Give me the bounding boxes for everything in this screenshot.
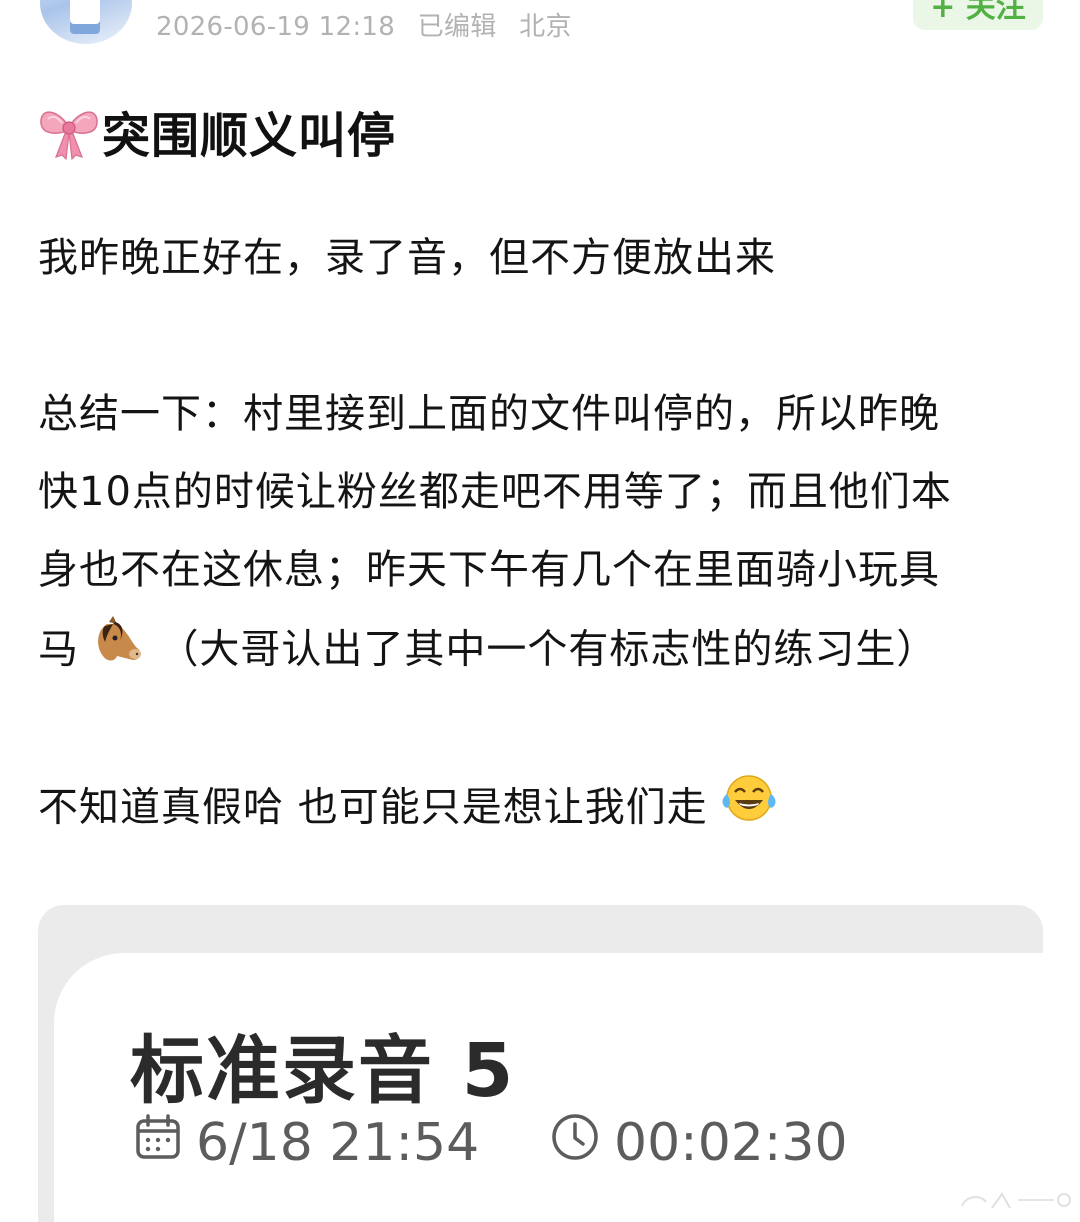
post-meta: 2026-06-19 12:18 已编辑 北京	[156, 6, 586, 43]
post-body-text: （大哥认出了其中一个有标志性的练习生）	[158, 626, 938, 673]
recording-duration: 00:02:30	[550, 1113, 848, 1173]
tears-of-joy-emoji	[721, 772, 777, 839]
post-body-line-with-emoji: 马 （大哥认出了其中一个有标志性的练习生）	[38, 616, 938, 676]
post-body-line: 总结一下：村里接到上面的文件叫停的，所以昨晚	[38, 391, 940, 437]
horse-face-emoji	[93, 616, 145, 679]
recording-date: 6/18 21:54	[134, 1113, 480, 1174]
post-body-line-with-emoji: 不知道真假哈 也可能只是想让我们走	[38, 775, 777, 832]
post-location: 北京	[519, 12, 572, 42]
recording-name: 标准录音 5	[130, 1028, 516, 1114]
recording-date-text: 6/18 21:54	[196, 1113, 480, 1173]
ribbon-bow-icon	[38, 101, 100, 161]
recording-duration-text: 00:02:30	[614, 1113, 848, 1173]
recording-screenshot-card[interactable]: 标准录音 5 6/18 21:54 00:02:30	[38, 905, 1043, 1222]
clock-icon	[550, 1112, 600, 1175]
post-title: 突围顺义叫停	[102, 108, 397, 164]
post-timestamp: 2026-06-19 12:18	[156, 12, 396, 42]
post-body-line: 我昨晚正好在，录了音，但不方便放出来	[38, 235, 776, 281]
post-body-line: 快10点的时候让粉丝都走吧不用等了；而且他们本	[38, 469, 952, 515]
user-avatar[interactable]	[40, 0, 132, 44]
post-title-row: 突围顺义叫停	[38, 98, 396, 164]
follow-button[interactable]: + 关注	[913, 0, 1043, 30]
weibo-watermark-icon	[958, 1186, 1078, 1214]
edited-label[interactable]: 已编辑	[418, 12, 497, 42]
post-body-line: 身也不在这休息；昨天下午有几个在里面骑小玩具	[38, 547, 940, 593]
post-body-text: 马	[38, 626, 79, 673]
weibo-post-page: 2026-06-19 12:18 已编辑 北京 + 关注 突围顺义叫停 我昨晚正…	[0, 0, 1080, 1222]
avatar-figure	[70, 0, 100, 34]
post-body-text: 不知道真假哈 也可能只是想让我们走	[38, 784, 708, 831]
calendar-icon	[134, 1113, 182, 1174]
